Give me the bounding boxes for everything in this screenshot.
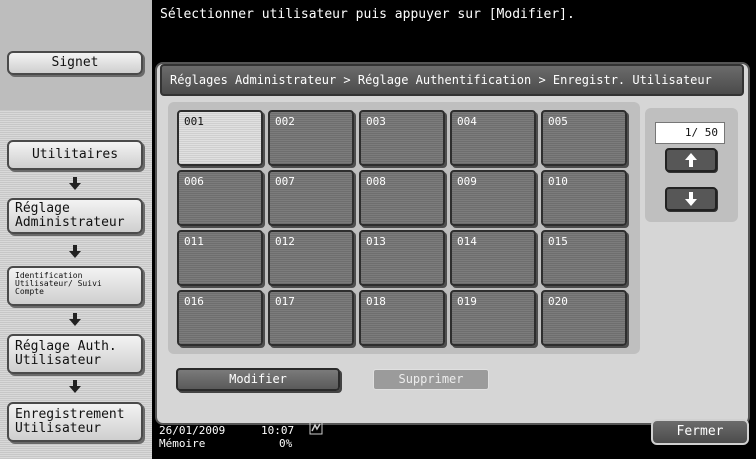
user-tile[interactable]: 012 xyxy=(268,230,354,286)
page-indicator: 1/ 50 xyxy=(655,122,725,144)
status-date: 26/01/2009 xyxy=(159,424,226,437)
page-down-button[interactable] xyxy=(665,187,717,211)
user-registration-button[interactable]: Enregistrement Utilisateur xyxy=(7,402,143,442)
admin-settings-button[interactable]: Réglage Administrateur xyxy=(7,198,143,234)
user-tile[interactable]: 019 xyxy=(450,290,536,346)
down-arrow-icon xyxy=(69,313,81,326)
user-tile[interactable]: 007 xyxy=(268,170,354,226)
instruction-text: Sélectionner utilisateur puis appuyer su… xyxy=(160,7,575,22)
user-tile[interactable]: 015 xyxy=(541,230,627,286)
user-tile[interactable]: 006 xyxy=(177,170,263,226)
down-arrow-icon xyxy=(685,192,697,206)
down-arrow-icon xyxy=(69,245,81,258)
breadcrumb: Réglages Administrateur > Réglage Authen… xyxy=(160,64,744,96)
user-registration-label: Enregistrement Utilisateur xyxy=(15,407,125,436)
user-tile[interactable]: 013 xyxy=(359,230,445,286)
up-arrow-icon xyxy=(685,153,697,167)
user-tile[interactable]: 018 xyxy=(359,290,445,346)
user-auth-tracking-button[interactable]: Identification Utilisateur/ Suivi Compte xyxy=(7,266,143,306)
network-status-icon xyxy=(309,421,323,435)
user-auth-settings-label: Réglage Auth. Utilisateur xyxy=(15,339,117,368)
user-tile[interactable]: 010 xyxy=(541,170,627,226)
user-tile[interactable]: 009 xyxy=(450,170,536,226)
close-button[interactable]: Fermer xyxy=(651,419,749,445)
sidebar: Signet Utilitaires Réglage Administrateu… xyxy=(0,0,152,459)
utilities-label: Utilitaires xyxy=(31,147,119,162)
down-arrow-icon xyxy=(69,177,81,190)
delete-button[interactable]: Supprimer xyxy=(373,369,489,390)
modify-button[interactable]: Modifier xyxy=(176,368,340,391)
bookmark-label: Signet xyxy=(51,55,99,70)
admin-settings-label: Réglage Administrateur xyxy=(15,201,125,230)
user-tile[interactable]: 011 xyxy=(177,230,263,286)
user-tile[interactable]: 004 xyxy=(450,110,536,166)
user-tile[interactable]: 005 xyxy=(541,110,627,166)
memory-value: 0% xyxy=(279,437,293,450)
user-tile[interactable]: 008 xyxy=(359,170,445,226)
user-tile[interactable]: 016 xyxy=(177,290,263,346)
user-tile[interactable]: 002 xyxy=(268,110,354,166)
user-tile[interactable]: 003 xyxy=(359,110,445,166)
status-time: 10:07 xyxy=(261,424,295,437)
user-tile[interactable]: 014 xyxy=(450,230,536,286)
bookmark-button[interactable]: Signet xyxy=(7,51,143,75)
user-auth-settings-button[interactable]: Réglage Auth. Utilisateur xyxy=(7,334,143,374)
user-tile[interactable]: 001 xyxy=(177,110,263,166)
page-up-button[interactable] xyxy=(665,148,717,172)
user-tile[interactable]: 020 xyxy=(541,290,627,346)
utilities-button[interactable]: Utilitaires xyxy=(7,140,143,170)
down-arrow-icon xyxy=(69,380,81,393)
user-tile[interactable]: 017 xyxy=(268,290,354,346)
user-auth-tracking-label: Identification Utilisateur/ Suivi Compte xyxy=(15,271,102,296)
memory-label: Mémoire xyxy=(159,437,206,450)
